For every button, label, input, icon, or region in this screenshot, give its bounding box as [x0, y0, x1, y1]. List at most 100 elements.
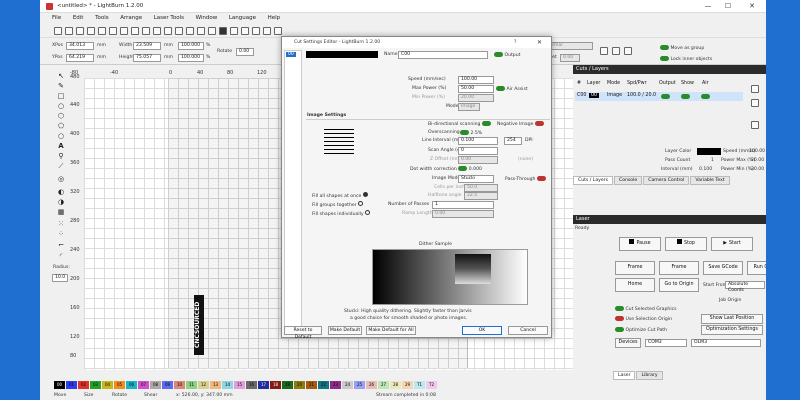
zoom-out-icon[interactable]	[164, 27, 172, 35]
go-to-origin-button[interactable]: Go to Origin	[659, 278, 699, 292]
dot-width-value[interactable]: 0.000	[469, 167, 482, 172]
scan-angle-field[interactable]: 0	[458, 147, 498, 155]
fill-individually-radio[interactable]	[365, 210, 371, 215]
palette-swatch[interactable]: 29	[402, 381, 413, 389]
device-select[interactable]: OLM3	[691, 339, 761, 347]
palette-swatch[interactable]: 12	[198, 381, 209, 389]
rounded-icon[interactable]: ◜	[56, 252, 66, 261]
scale-width-field[interactable]: 100.000	[178, 42, 204, 50]
save-gcode-button[interactable]: Save GCode	[703, 261, 743, 275]
line-interval-field[interactable]: 0.100	[458, 137, 498, 145]
position-laser-icon[interactable]: ⚲	[56, 152, 66, 161]
ok-button[interactable]: OK	[462, 326, 502, 335]
height-field[interactable]: 75.057	[133, 54, 161, 62]
pan-icon[interactable]	[142, 27, 150, 35]
port-select[interactable]: COM3	[645, 339, 687, 347]
palette-swatch[interactable]: 05	[114, 381, 125, 389]
layer-list-item[interactable]: 00	[286, 52, 296, 57]
tab-camera-control[interactable]: Camera Control	[643, 176, 690, 185]
boolean-icon[interactable]	[612, 47, 620, 55]
palette-swatch[interactable]: 18	[270, 381, 281, 389]
start-button[interactable]: ▶ Start	[711, 237, 753, 251]
palette-swatch[interactable]: 24	[342, 381, 353, 389]
pass-through-toggle[interactable]	[536, 176, 546, 181]
frame-button-1[interactable]: Frame	[615, 261, 655, 275]
camera-icon[interactable]	[219, 27, 227, 35]
dialog-help-button[interactable]: ?	[514, 40, 516, 45]
layer-color-swatch[interactable]	[697, 148, 721, 155]
tab-cuts-layers[interactable]: Cuts / Layers	[573, 176, 613, 185]
group-icon[interactable]	[263, 27, 271, 35]
palette-swatch[interactable]: 04	[102, 381, 113, 389]
overscanning-value[interactable]: 2.5%	[470, 131, 482, 136]
palette-swatch[interactable]: 13	[210, 381, 221, 389]
palette-swatch[interactable]: 17	[258, 381, 269, 389]
palette-swatch[interactable]: T1	[414, 381, 425, 389]
array-icon[interactable]: ⁙	[56, 220, 66, 229]
menu-language[interactable]: Language	[229, 14, 256, 23]
paste-icon[interactable]	[120, 27, 128, 35]
trash-icon[interactable]	[751, 121, 759, 129]
overscanning-toggle[interactable]	[460, 130, 469, 135]
palette-swatch[interactable]: 20	[294, 381, 305, 389]
minimize-button[interactable]: —	[700, 2, 716, 11]
ellipse-icon[interactable]: ○	[56, 102, 66, 111]
image-mode-select[interactable]: Stucki	[458, 175, 494, 183]
output-toggle[interactable]	[494, 52, 503, 57]
palette-swatch[interactable]: 00	[54, 381, 65, 389]
save-icon[interactable]	[65, 27, 73, 35]
palette-swatch[interactable]: 27	[378, 381, 389, 389]
layer-output-toggle[interactable]	[661, 94, 670, 99]
lock-inner-toggle[interactable]	[660, 56, 669, 61]
dpi-field[interactable]: 254	[504, 137, 522, 145]
text-tool-icon[interactable]	[252, 27, 260, 35]
open-icon[interactable]	[54, 27, 62, 35]
tab-variable-text[interactable]: Variable Text	[690, 176, 730, 185]
ypos-field[interactable]: 64.219	[66, 54, 94, 62]
pause-button[interactable]: Pause	[619, 237, 661, 251]
maximize-button[interactable]: ☐	[720, 2, 736, 11]
palette-swatch[interactable]: 07	[138, 381, 149, 389]
optimization-settings-button[interactable]: Optimization Settings	[701, 325, 763, 335]
break-apart-icon[interactable]: ◑	[56, 198, 66, 207]
tab-laser[interactable]: Laser	[613, 371, 636, 380]
menu-edit[interactable]: Edit	[73, 14, 84, 23]
make-default-all-button[interactable]: Make Default for All	[366, 326, 416, 335]
palette-swatch[interactable]: 09	[162, 381, 173, 389]
trace-icon[interactable]	[197, 27, 205, 35]
air-assist-toggle[interactable]	[496, 86, 505, 91]
edit-nodes-icon[interactable]: ✎	[56, 82, 66, 91]
xpos-field[interactable]: 34.013	[66, 42, 94, 50]
palette-swatch[interactable]: 14	[222, 381, 233, 389]
import-icon[interactable]	[76, 27, 84, 35]
cells-field[interactable]: 50.0	[464, 184, 498, 192]
show-last-position-button[interactable]: Show Last Position	[701, 314, 763, 324]
corner-icon[interactable]: ⌐	[56, 241, 66, 250]
text-tool-icon-left[interactable]: A	[56, 142, 66, 151]
rectangle-icon[interactable]: □	[56, 92, 66, 101]
palette-swatch[interactable]: 06	[126, 381, 137, 389]
dot-width-toggle[interactable]	[458, 166, 468, 171]
weld-icon[interactable]: ◐	[56, 188, 66, 197]
zoom-in-icon[interactable]	[153, 27, 161, 35]
devices-button[interactable]: Devices	[615, 338, 641, 348]
optimize-cut-path-toggle[interactable]	[615, 327, 624, 332]
frame-button-2[interactable]: Frame	[659, 261, 699, 275]
cut-selected-toggle[interactable]	[615, 306, 624, 311]
move-layer-down-icon[interactable]	[751, 99, 759, 107]
layer-air-toggle[interactable]	[701, 94, 710, 99]
zoom-selection-icon[interactable]	[186, 27, 194, 35]
distribute-icon[interactable]	[624, 47, 632, 55]
cancel-button[interactable]: Cancel	[508, 326, 548, 335]
min-power-field[interactable]: 20.00	[458, 94, 494, 102]
stop-button[interactable]: Stop	[665, 237, 707, 251]
measure-icon[interactable]: ⟋	[56, 162, 66, 171]
menu-help[interactable]: Help	[268, 14, 281, 23]
fill-groups-radio[interactable]	[358, 201, 364, 206]
reset-default-button[interactable]: Reset to Default	[284, 326, 322, 340]
ramp-field[interactable]: 0.00	[432, 210, 494, 218]
polygon-icon[interactable]: ⬡	[56, 112, 66, 121]
palette-swatch[interactable]: 03	[90, 381, 101, 389]
power-max-value[interactable]: 20.00	[751, 158, 764, 163]
run-gcode-button[interactable]: Run GCode	[747, 261, 766, 275]
